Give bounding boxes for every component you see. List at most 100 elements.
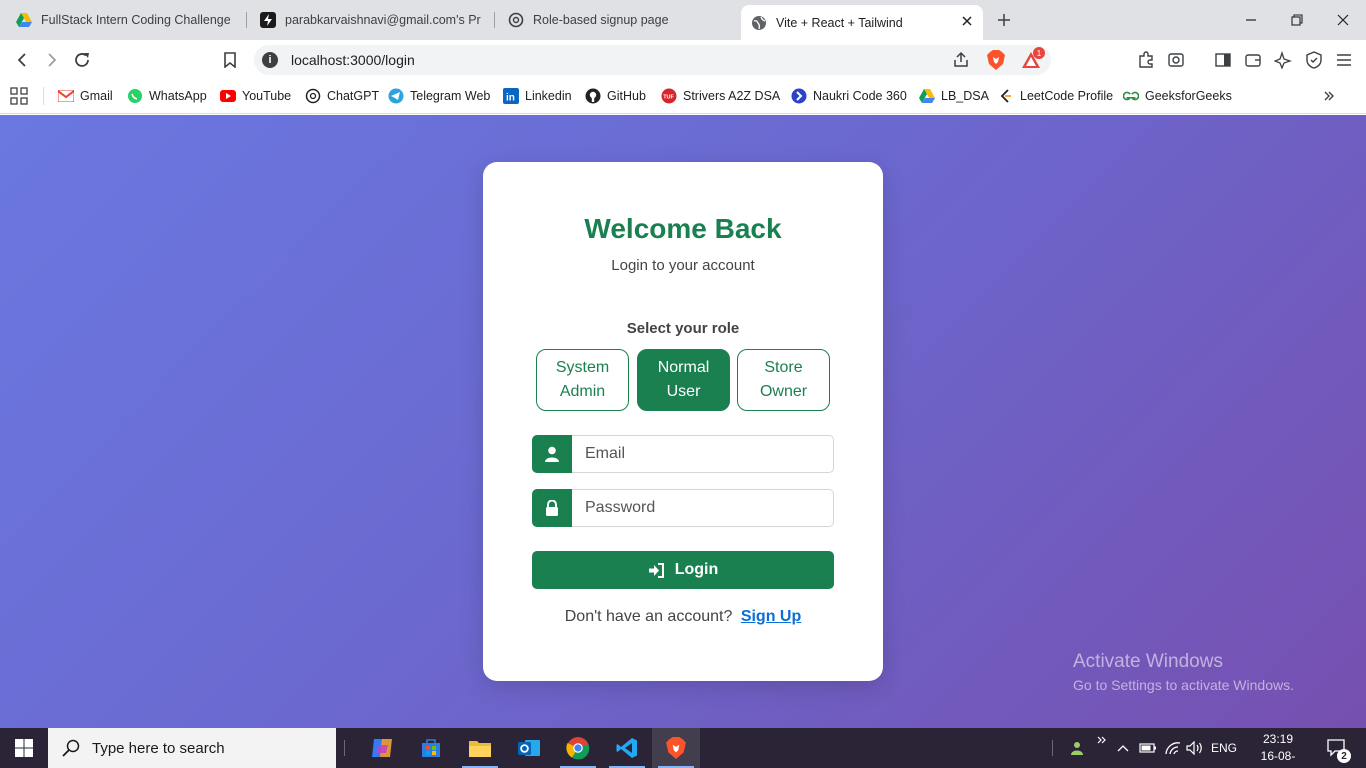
role-label-line1: System: [555, 359, 610, 376]
tab-vite-react-active[interactable]: Vite + React + Tailwind: [741, 5, 983, 40]
role-label-line2: Admin: [559, 383, 606, 400]
google-drive-icon: [919, 88, 935, 104]
chatgpt-icon: [305, 88, 321, 104]
menu-icon[interactable]: [1333, 49, 1355, 71]
bookmark-telegram[interactable]: Telegram Web: [388, 86, 490, 106]
gmail-icon: [58, 88, 74, 104]
linkedin-icon: in: [503, 88, 519, 104]
bolt-icon: [260, 12, 276, 28]
leo-ai-icon[interactable]: [1272, 49, 1294, 71]
password-input-group: [532, 489, 834, 527]
back-button[interactable]: [10, 48, 34, 72]
bookmark-label: Gmail: [80, 89, 113, 103]
close-window-button[interactable]: [1320, 0, 1366, 40]
user-status-icon[interactable]: [1066, 728, 1088, 768]
bookmark-leetcode[interactable]: LeetCode Profile: [998, 86, 1113, 106]
bookmark-geeksforgeeks[interactable]: GeeksforGeeks: [1123, 86, 1232, 106]
search-placeholder: Type here to search: [92, 739, 225, 757]
copilot-icon[interactable]: [358, 728, 406, 768]
chrome-icon[interactable]: [554, 728, 602, 768]
tab-title: FullStack Intern Coding Challenge - V: [41, 13, 232, 27]
bookmark-strivers[interactable]: TUF Strivers A2Z DSA: [661, 86, 780, 106]
volume-icon[interactable]: [1184, 728, 1206, 768]
email-input-group: [532, 435, 834, 473]
vscode-icon[interactable]: [603, 728, 651, 768]
bookmark-youtube[interactable]: YouTube: [220, 86, 291, 106]
reload-button[interactable]: [70, 48, 94, 72]
bookmark-label: GitHub: [607, 89, 646, 103]
role-label-line2: Owner: [759, 383, 808, 400]
bookmark-whatsapp[interactable]: WhatsApp: [127, 86, 207, 106]
tab-bolt-project[interactable]: parabkarvaishnavi@gmail.com's Proje: [250, 5, 492, 35]
apps-grid-icon[interactable]: [10, 86, 28, 106]
login-button[interactable]: Login: [532, 551, 834, 589]
bookmark-github[interactable]: GitHub: [585, 86, 646, 106]
tab-separator: [494, 12, 495, 28]
site-info-icon[interactable]: i: [262, 52, 278, 68]
close-tab-icon[interactable]: [959, 13, 975, 29]
brave-rewards-icon[interactable]: 1: [1020, 47, 1045, 71]
activate-windows-watermark: Activate Windows Go to Settings to activ…: [1073, 651, 1294, 693]
new-tab-button[interactable]: [992, 8, 1016, 32]
language-indicator[interactable]: ENG: [1208, 728, 1240, 768]
signup-link[interactable]: Sign Up: [741, 608, 801, 625]
extensions-icon[interactable]: [1135, 49, 1157, 71]
windows-taskbar: Type here to search ENG 23:19 16-08- 2: [0, 728, 1366, 768]
lock-icon: [532, 489, 572, 527]
battery-icon[interactable]: [1137, 728, 1159, 768]
password-field[interactable]: [572, 489, 834, 527]
share-icon[interactable]: [950, 49, 972, 71]
tray-overflow-chevron-icon[interactable]: [1094, 720, 1110, 760]
brave-shields-icon[interactable]: [985, 49, 1007, 71]
chatgpt-icon: [508, 12, 524, 28]
file-explorer-icon[interactable]: [456, 728, 504, 768]
microsoft-store-icon[interactable]: [407, 728, 455, 768]
login-card: Welcome Back Login to your account Selec…: [483, 162, 883, 681]
email-field[interactable]: [572, 435, 834, 473]
sidebar-icon[interactable]: [1212, 49, 1234, 71]
bookmark-gmail[interactable]: Gmail: [58, 86, 113, 106]
naukri-icon: [791, 88, 807, 104]
taskbar-search-box[interactable]: Type here to search: [48, 728, 336, 768]
taskbar-clock[interactable]: 23:19 16-08-2025: [1249, 731, 1307, 768]
bookmark-lb-dsa[interactable]: LB_DSA: [919, 86, 989, 106]
signup-row: Don't have an account? Sign Up: [483, 608, 883, 626]
bookmark-label: LeetCode Profile: [1020, 89, 1114, 103]
brave-browser-icon[interactable]: [652, 728, 700, 768]
role-normal-user-button[interactable]: Normal User: [637, 349, 730, 411]
role-label-line1: Store: [764, 359, 803, 376]
bookmark-label: Strivers A2Z DSA: [683, 89, 781, 103]
vpn-icon[interactable]: [1303, 49, 1325, 71]
user-icon: [532, 435, 572, 473]
bookmark-page-button[interactable]: [218, 48, 242, 72]
leetcode-icon: [998, 88, 1014, 104]
more-bookmarks-chevron-icon[interactable]: [1322, 86, 1336, 106]
clock-time: 23:19: [1262, 732, 1294, 746]
tab-title: parabkarvaishnavi@gmail.com's Proje: [285, 13, 481, 27]
watermark-subtitle: Go to Settings to activate Windows.: [1073, 677, 1294, 693]
show-hidden-icons-chevron-icon[interactable]: [1113, 728, 1133, 768]
login-page-background: Welcome Back Login to your account Selec…: [0, 115, 1366, 728]
bookmark-linkedin[interactable]: in Linkedin: [503, 86, 572, 106]
role-store-owner-button[interactable]: Store Owner: [737, 349, 830, 411]
minimize-button[interactable]: [1228, 0, 1274, 40]
role-label-line1: Normal: [657, 359, 710, 376]
url-text[interactable]: localhost:3000/login: [291, 52, 415, 68]
tab-fullstack-challenge[interactable]: FullStack Intern Coding Challenge - V: [6, 5, 242, 35]
telegram-icon: [388, 88, 404, 104]
screenshot-icon[interactable]: [1165, 49, 1187, 71]
bookmark-naukri[interactable]: Naukri Code 360: [791, 86, 907, 106]
wifi-icon[interactable]: [1162, 728, 1184, 768]
windows-start-icon[interactable]: [0, 728, 48, 768]
tuf-icon: TUF: [661, 88, 677, 104]
bookmark-chatgpt[interactable]: ChatGPT: [305, 86, 379, 106]
wallet-icon[interactable]: [1242, 49, 1264, 71]
restore-button[interactable]: [1274, 0, 1320, 40]
bookmarks-divider: [43, 87, 44, 105]
forward-button[interactable]: [40, 48, 64, 72]
outlook-icon[interactable]: [505, 728, 553, 768]
notifications-icon[interactable]: 2: [1320, 728, 1354, 768]
tab-title: Role-based signup page: [533, 13, 669, 27]
role-system-admin-button[interactable]: System Admin: [536, 349, 629, 411]
tab-role-signup[interactable]: Role-based signup page: [498, 5, 738, 35]
